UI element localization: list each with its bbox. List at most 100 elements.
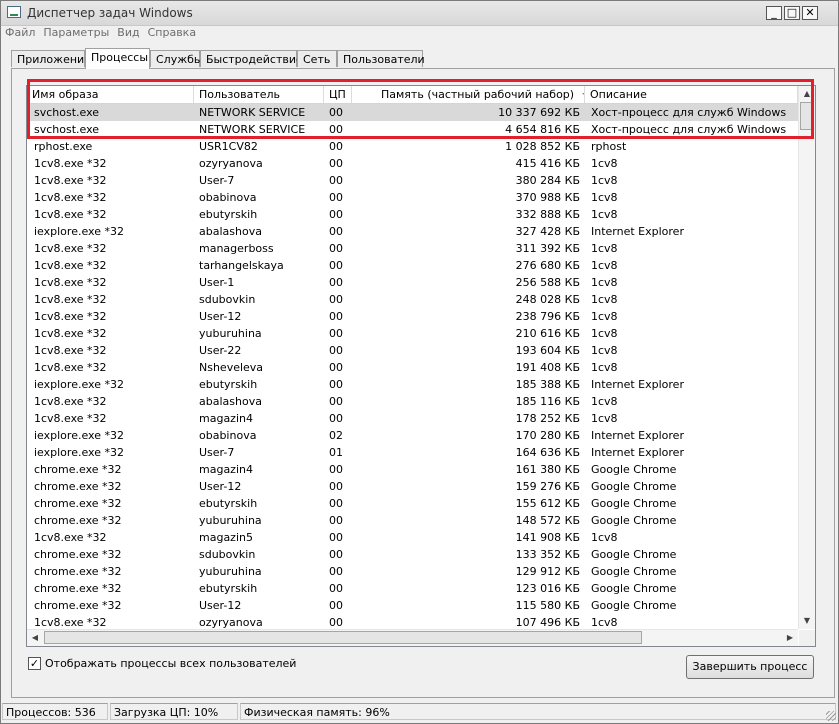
- column-memory[interactable]: Память (частный рабочий набор): [352, 86, 585, 103]
- process-name: 1cv8.exe *32: [34, 208, 107, 221]
- scroll-right-icon[interactable]: ▶: [782, 630, 798, 646]
- process-description: 1cv8: [591, 412, 618, 425]
- process-row[interactable]: 1cv8.exe *32 abalashova 00 185 116 КБ 1cv8: [27, 393, 798, 410]
- process-row[interactable]: chrome.exe *32 yuburuhina 00 148 572 КБ Goog…: [27, 512, 798, 529]
- end-process-button[interactable]: Завершить процесс: [686, 655, 814, 679]
- process-name: 1cv8.exe *32: [34, 242, 107, 255]
- menu-options[interactable]: Параметры: [39, 25, 113, 40]
- menu-view[interactable]: Вид: [113, 25, 143, 40]
- process-row[interactable]: iexplore.exe *32 abalashova 00 327 428 КБ In…: [27, 223, 798, 240]
- process-cpu: 00: [329, 565, 343, 578]
- maximize-button[interactable]: □: [784, 6, 800, 20]
- process-row[interactable]: 1cv8.exe *32 User-7 00 380 284 КБ 1cv8: [27, 172, 798, 189]
- process-row[interactable]: chrome.exe *32 ebutyrskih 00 123 016 КБ Goog…: [27, 580, 798, 597]
- process-row[interactable]: svchost.exe NETWORK SERVICE 00 10 337 692 К…: [27, 104, 798, 121]
- process-row[interactable]: 1cv8.exe *32 Nsheveleva 00 191 408 КБ 1cv8: [27, 359, 798, 376]
- scrollbar-corner: [799, 630, 815, 646]
- process-row[interactable]: 1cv8.exe *32 magazin4 00 178 252 КБ 1cv8: [27, 410, 798, 427]
- process-name: 1cv8.exe *32: [34, 191, 107, 204]
- tab-performance[interactable]: Быстродействие: [200, 50, 303, 67]
- process-cpu: 00: [329, 378, 343, 391]
- process-row[interactable]: iexplore.exe *32 obabinova 02 170 280 КБ Int…: [27, 427, 798, 444]
- process-row[interactable]: 1cv8.exe *32 User-22 00 193 604 КБ 1cv8: [27, 342, 798, 359]
- scroll-down-icon[interactable]: ▼: [799, 613, 815, 629]
- process-description: Internet Explorer: [591, 225, 684, 238]
- process-name: iexplore.exe *32: [34, 429, 124, 442]
- process-row[interactable]: chrome.exe *32 User-12 00 115 580 КБ Google …: [27, 597, 798, 614]
- tab-services[interactable]: Службы: [150, 50, 203, 67]
- process-row[interactable]: 1cv8.exe *32 magazin5 00 141 908 КБ 1cv8: [27, 529, 798, 546]
- scroll-up-icon[interactable]: ▲: [799, 86, 815, 102]
- process-user: User-12: [199, 310, 242, 323]
- process-user: abalashova: [199, 395, 262, 408]
- scroll-left-icon[interactable]: ◀: [27, 630, 43, 646]
- vertical-scrollbar[interactable]: ▲ ▼: [798, 86, 815, 629]
- resize-grip-icon[interactable]: [826, 711, 836, 721]
- process-row[interactable]: iexplore.exe *32 ebutyrskih 00 185 388 КБ In…: [27, 376, 798, 393]
- menu-file[interactable]: Файл: [1, 25, 39, 40]
- horizontal-scrollbar[interactable]: ◀ ▶: [27, 629, 798, 646]
- process-cpu: 00: [329, 582, 343, 595]
- column-description[interactable]: Описание: [585, 86, 798, 103]
- minimize-button[interactable]: _: [766, 6, 782, 20]
- process-cpu: 02: [329, 429, 343, 442]
- process-memory: 133 352 КБ: [515, 548, 580, 561]
- process-memory: 238 796 КБ: [515, 310, 580, 323]
- process-name: iexplore.exe *32: [34, 378, 124, 391]
- title-bar[interactable]: Диспетчер задач Windows _ □ ✕: [1, 1, 838, 26]
- process-description: Internet Explorer: [591, 378, 684, 391]
- process-list[interactable]: Имя образа Пользователь ЦП Память (частн…: [26, 85, 816, 647]
- horizontal-scroll-thumb[interactable]: [44, 631, 642, 644]
- tab-applications[interactable]: Приложения: [11, 50, 91, 67]
- menu-help[interactable]: Справка: [144, 25, 200, 40]
- tab-network[interactable]: Сеть: [297, 50, 337, 67]
- process-row[interactable]: 1cv8.exe *32 obabinova 00 370 988 КБ 1cv8: [27, 189, 798, 206]
- process-memory: 380 284 КБ: [515, 174, 580, 187]
- process-row[interactable]: 1cv8.exe *32 User-12 00 238 796 КБ 1cv8: [27, 308, 798, 325]
- process-user: obabinova: [199, 429, 257, 442]
- process-row[interactable]: chrome.exe *32 User-12 00 159 276 КБ Google …: [27, 478, 798, 495]
- process-description: 1cv8: [591, 361, 618, 374]
- process-cpu: 00: [329, 208, 343, 221]
- process-memory: 210 616 КБ: [515, 327, 580, 340]
- process-cpu: 00: [329, 140, 343, 153]
- process-name: 1cv8.exe *32: [34, 531, 107, 544]
- process-row[interactable]: chrome.exe *32 sdubovkin 00 133 352 КБ Googl…: [27, 546, 798, 563]
- process-user: User-12: [199, 599, 242, 612]
- process-memory: 327 428 КБ: [515, 225, 580, 238]
- process-row[interactable]: 1cv8.exe *32 sdubovkin 00 248 028 КБ 1cv8: [27, 291, 798, 308]
- process-description: rphost: [591, 140, 627, 153]
- show-all-users-checkbox[interactable]: ✓: [28, 657, 41, 670]
- process-row[interactable]: iexplore.exe *32 User-7 01 164 636 КБ Intern…: [27, 444, 798, 461]
- column-cpu[interactable]: ЦП: [324, 86, 352, 103]
- column-user[interactable]: Пользователь: [194, 86, 324, 103]
- process-name: chrome.exe *32: [34, 599, 122, 612]
- column-image-name[interactable]: Имя образа: [27, 86, 194, 103]
- process-row[interactable]: 1cv8.exe *32 ozyryanova 00 415 416 КБ 1cv8: [27, 155, 798, 172]
- process-row[interactable]: 1cv8.exe *32 ebutyrskih 00 332 888 КБ 1cv8: [27, 206, 798, 223]
- process-memory: 170 280 КБ: [515, 429, 580, 442]
- process-row[interactable]: 1cv8.exe *32 tarhangelskaya 00 276 680 КБ 1c…: [27, 257, 798, 274]
- tab-processes[interactable]: Процессы: [85, 48, 150, 69]
- process-user: User-12: [199, 480, 242, 493]
- process-description: 1cv8: [591, 293, 618, 306]
- tab-users[interactable]: Пользователи: [337, 50, 425, 67]
- process-cpu: 00: [329, 293, 343, 306]
- process-cpu: 00: [329, 514, 343, 527]
- process-description: 1cv8: [591, 344, 618, 357]
- process-row[interactable]: rphost.exe USR1CV82 00 1 028 852 КБ rphost: [27, 138, 798, 155]
- process-name: chrome.exe *32: [34, 497, 122, 510]
- process-row[interactable]: chrome.exe *32 ebutyrskih 00 155 612 КБ Goog…: [27, 495, 798, 512]
- process-row[interactable]: svchost.exe NETWORK SERVICE 00 4 654 816 КБ…: [27, 121, 798, 138]
- process-row[interactable]: 1cv8.exe *32 yuburuhina 00 210 616 КБ 1cv8: [27, 325, 798, 342]
- vertical-scroll-thumb[interactable]: [800, 102, 813, 130]
- process-description: 1cv8: [591, 208, 618, 221]
- process-row[interactable]: chrome.exe *32 magazin4 00 161 380 КБ Google…: [27, 461, 798, 478]
- process-row[interactable]: chrome.exe *32 yuburuhina 00 129 912 КБ Goog…: [27, 563, 798, 580]
- window-title: Диспетчер задач Windows: [27, 6, 193, 20]
- process-memory: 115 580 КБ: [515, 599, 580, 612]
- process-row[interactable]: 1cv8.exe *32 User-1 00 256 588 КБ 1cv8: [27, 274, 798, 291]
- process-row[interactable]: 1cv8.exe *32 managerboss 00 311 392 КБ 1cv8: [27, 240, 798, 257]
- column-image-name-label: Имя образа: [32, 88, 99, 101]
- close-button[interactable]: ✕: [802, 6, 818, 20]
